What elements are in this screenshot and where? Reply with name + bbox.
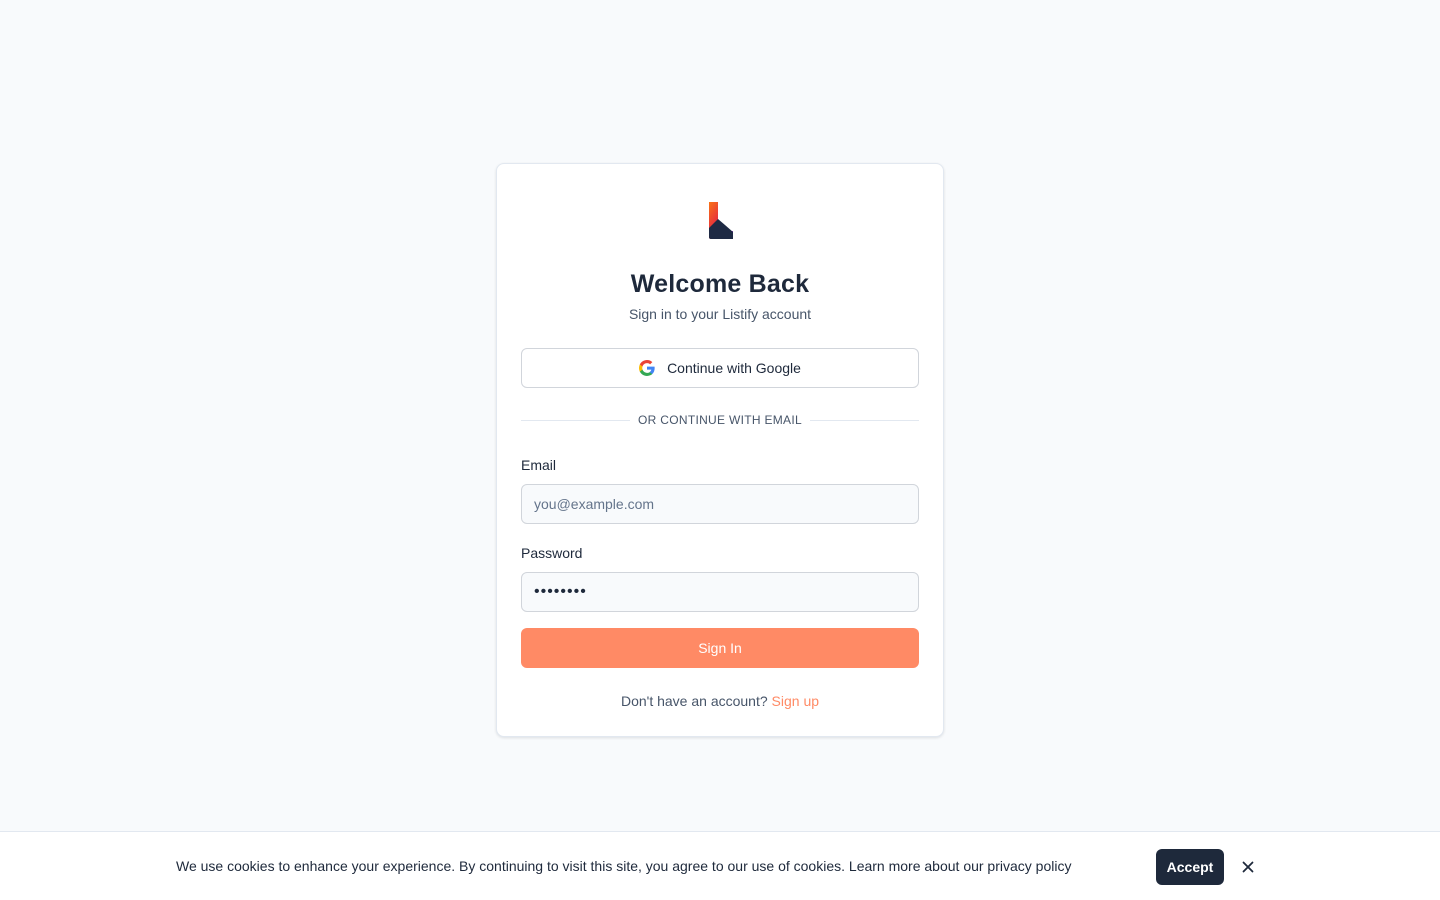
cookie-banner: We use cookies to enhance your experienc… (0, 831, 1440, 900)
password-input[interactable] (521, 572, 919, 612)
continue-with-google-label: Continue with Google (667, 360, 801, 376)
page-subtitle: Sign in to your Listify account (628, 306, 812, 322)
privacy-policy-link[interactable]: Learn more about our privacy policy (849, 858, 1072, 874)
email-input[interactable] (521, 484, 919, 524)
signup-row: Don't have an account? Sign up (497, 693, 943, 709)
cookie-message: We use cookies to enhance your experienc… (176, 858, 1071, 874)
login-card: Welcome Back Sign in to your Listify acc… (496, 163, 944, 737)
close-cookie-banner-button[interactable] (1238, 857, 1258, 877)
divider-line-left (521, 419, 631, 421)
continue-with-google-button[interactable]: Continue with Google (521, 348, 919, 388)
cookie-text: We use cookies to enhance your experienc… (176, 858, 846, 874)
google-icon (639, 360, 655, 376)
divider-text: OR CONTINUE WITH EMAIL (638, 413, 802, 427)
email-label: Email (521, 457, 557, 473)
sign-in-button[interactable]: Sign In (521, 628, 919, 668)
close-icon (1242, 861, 1254, 873)
page-title: Welcome Back (630, 270, 810, 298)
email-divider: OR CONTINUE WITH EMAIL (521, 411, 919, 429)
divider-line-right (809, 419, 919, 421)
sign-up-link[interactable]: Sign up (772, 693, 819, 709)
signup-prompt: Don't have an account? (620, 693, 768, 709)
accept-cookies-button[interactable]: Accept (1156, 849, 1224, 885)
listify-logo (709, 202, 733, 239)
password-label: Password (521, 545, 583, 561)
